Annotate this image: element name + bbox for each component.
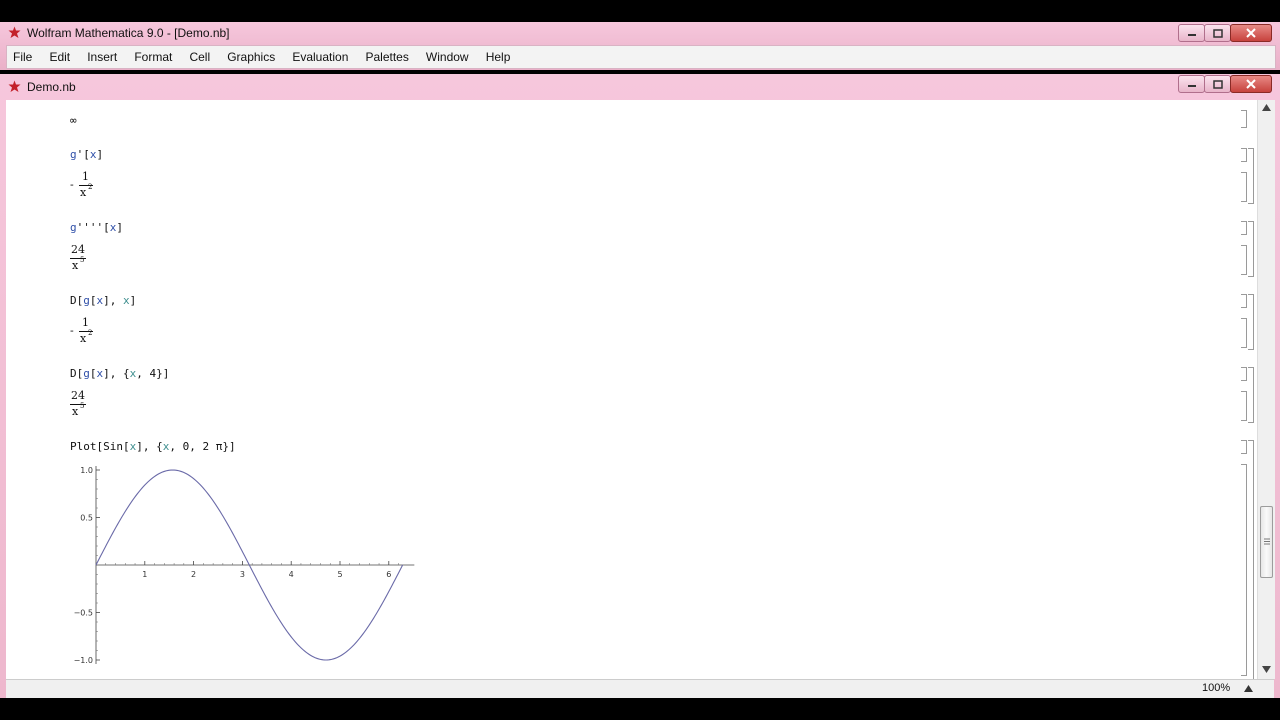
menu-palettes[interactable]: Palettes: [359, 47, 414, 68]
cell-group-bracket-4[interactable]: [1248, 367, 1254, 423]
x-tick-label: 3: [240, 570, 245, 579]
cell-input-4[interactable]: D[g[x], {x, 4}]: [70, 367, 169, 380]
menu-evaluation[interactable]: Evaluation: [286, 47, 354, 68]
y-tick-label: 1.0: [80, 466, 93, 475]
zoom-level[interactable]: 100%: [1202, 682, 1230, 694]
close-icon: [1246, 28, 1256, 38]
restore-icon: [1212, 79, 1223, 89]
menu-edit[interactable]: Edit: [43, 47, 76, 68]
menu-format[interactable]: Format: [128, 47, 178, 68]
x-tick-label: 1: [142, 570, 147, 579]
nb-minimize-button[interactable]: [1178, 75, 1205, 93]
cell-output-2: 24 x 5: [70, 243, 86, 272]
x-tick-label: 2: [191, 570, 196, 579]
cell-group-bracket-2[interactable]: [1248, 221, 1254, 277]
app-title: Wolfram Mathematica 9.0 - [Demo.nb]: [27, 26, 230, 40]
cell-bracket-5-output[interactable]: [1241, 464, 1247, 676]
notebook-icon: [8, 80, 21, 92]
vertical-scrollbar[interactable]: [1257, 100, 1275, 679]
menu-bar: File Edit Insert Format Cell Graphics Ev…: [6, 45, 1276, 69]
zoom-menu-icon[interactable]: [1244, 685, 1253, 692]
close-button[interactable]: [1230, 24, 1272, 42]
cell-output-4: 24 x 5: [70, 389, 86, 418]
scroll-down-icon[interactable]: [1262, 666, 1271, 673]
cell-bracket-2-output[interactable]: [1241, 245, 1247, 275]
y-tick-label: −1.0: [74, 656, 93, 665]
nb-restore-button[interactable]: [1204, 75, 1231, 93]
app-window: Wolfram Mathematica 9.0 - [Demo.nb] File…: [0, 22, 1280, 70]
menu-file[interactable]: File: [7, 47, 38, 68]
x-tick-label: 4: [289, 570, 294, 579]
x-tick-label: 5: [337, 570, 342, 579]
cell-input-3[interactable]: D[g[x], x]: [70, 294, 136, 307]
cell-output-1: - 1 x 2: [70, 170, 93, 199]
cell-input-1[interactable]: g'[x]: [70, 148, 103, 161]
notebook-title: Demo.nb: [27, 80, 76, 94]
scrollbar-thumb[interactable]: [1260, 506, 1273, 578]
cell-bracket-0[interactable]: [1241, 110, 1247, 128]
close-icon: [1246, 79, 1256, 89]
sine-plot[interactable]: 1 2 3 4 5 6 1.0 0.5 −0.5 −1.0: [70, 458, 416, 668]
cell-bracket-4-output[interactable]: [1241, 391, 1247, 421]
cell-input-5[interactable]: Plot[Sin[x], {x, 0, 2 π}]: [70, 440, 236, 453]
cell-group-bracket-3[interactable]: [1248, 294, 1254, 350]
status-bar: 100%: [6, 679, 1274, 698]
cell-output-3: - 1 x 2: [70, 316, 93, 345]
x-tick-label: 6: [386, 570, 391, 579]
menu-window[interactable]: Window: [420, 47, 475, 68]
y-tick-label: −0.5: [74, 609, 93, 618]
menu-insert[interactable]: Insert: [81, 47, 123, 68]
menu-graphics[interactable]: Graphics: [221, 47, 281, 68]
notebook-window: Demo.nb ∞ g'[x] - 1 x 2 g''''[x] 24 x 5: [0, 74, 1280, 698]
cell-bracket-1-input[interactable]: [1241, 148, 1247, 162]
cell-bracket-3-input[interactable]: [1241, 294, 1247, 308]
y-tick-label: 0.5: [80, 514, 93, 523]
title-bar[interactable]: Wolfram Mathematica 9.0 - [Demo.nb]: [0, 22, 1280, 44]
cell-group-bracket-5[interactable]: [1248, 440, 1254, 679]
notebook-content[interactable]: ∞ g'[x] - 1 x 2 g''''[x] 24 x 5 D[g[x], …: [6, 100, 1257, 679]
menu-help[interactable]: Help: [480, 47, 517, 68]
scroll-up-icon[interactable]: [1262, 104, 1271, 111]
cell-group-bracket-1[interactable]: [1248, 148, 1254, 204]
nb-close-button[interactable]: [1230, 75, 1272, 93]
minimize-icon: [1187, 85, 1196, 87]
minimize-icon: [1187, 34, 1196, 36]
grip-icon: [1264, 538, 1270, 545]
menu-cell[interactable]: Cell: [183, 47, 216, 68]
cell-bracket-5-input[interactable]: [1241, 440, 1247, 454]
cell-bracket-2-input[interactable]: [1241, 221, 1247, 235]
maximize-button[interactable]: [1204, 24, 1231, 42]
maximize-icon: [1212, 28, 1223, 38]
minimize-button[interactable]: [1178, 24, 1205, 42]
cell-bracket-1-output[interactable]: [1241, 172, 1247, 202]
cell-output-infinity: ∞: [70, 114, 77, 127]
cell-bracket-3-output[interactable]: [1241, 318, 1247, 348]
cell-input-2[interactable]: g''''[x]: [70, 221, 123, 234]
mathematica-logo-icon: [8, 26, 21, 38]
cell-bracket-4-input[interactable]: [1241, 367, 1247, 381]
